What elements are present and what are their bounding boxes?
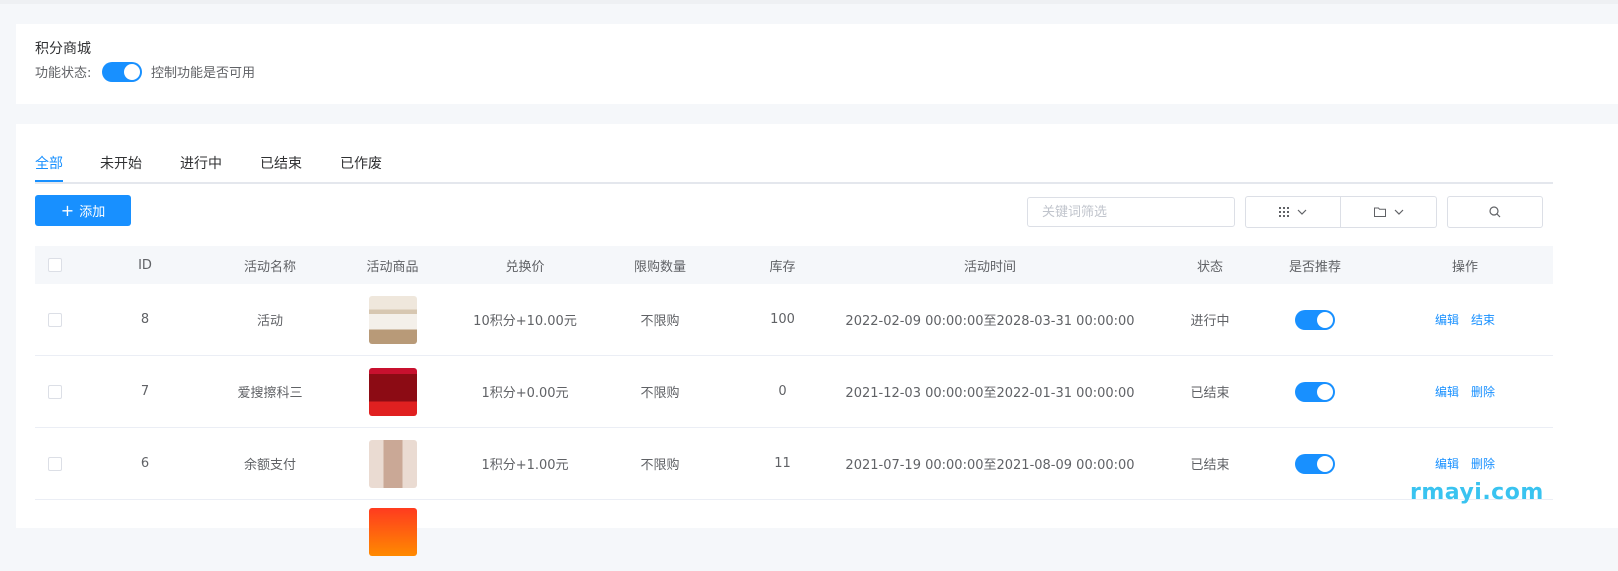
feature-card: 积分商城 功能状态: 控制功能是否可用 [16, 24, 1618, 104]
row-stock: 11 [774, 456, 791, 471]
table-header: ID 活动名称 活动商品 兑换价 限购数量 库存 活动时间 状态 是否推荐 操作 [35, 246, 1553, 284]
feature-description: 控制功能是否可用 [151, 66, 256, 81]
row-limit: 不限购 [640, 386, 680, 401]
row-name: 余额支付 [243, 458, 296, 473]
row-time: 2021-07-19 00:00:00至2021-08-09 00:00:00 [845, 458, 1135, 473]
tab-voided[interactable]: 已作废 [340, 153, 382, 173]
row-id: 7 [140, 384, 150, 399]
add-button-label: 添加 [79, 205, 106, 220]
feature-status-switch[interactable] [102, 62, 142, 82]
row-status: 已结束 [1190, 458, 1230, 473]
row-checkbox[interactable] [48, 312, 62, 327]
chevron-down-icon [1297, 209, 1307, 215]
row-price: 1积分+1.00元 [481, 458, 569, 473]
keyword-search-input[interactable] [1027, 197, 1235, 227]
search-button[interactable] [1447, 196, 1543, 228]
table-row: 7 爱搜擦科三 1积分+0.00元 不限购 0 2021-12-03 00:00… [35, 356, 1553, 428]
status-label: 功能状态: [35, 66, 92, 81]
table-row [35, 500, 1553, 571]
row-time: 2021-12-03 00:00:00至2022-01-31 00:00:00 [845, 386, 1135, 401]
row-status: 进行中 [1190, 314, 1230, 329]
plus-icon: + [60, 200, 75, 220]
row-limit: 不限购 [640, 314, 680, 329]
edit-link[interactable]: 编辑 [1435, 455, 1459, 472]
chevron-down-icon [1394, 209, 1403, 215]
row-checkbox[interactable] [48, 456, 62, 471]
row-id: 6 [140, 456, 150, 471]
grid-select-button[interactable] [1245, 196, 1341, 228]
row-name: 爱搜擦科三 [237, 386, 303, 401]
list-card: 全部 未开始 进行中 已结束 已作废 + 添加 ID 活动名称 活 [16, 124, 1618, 556]
header-recommended: 是否推荐 [1288, 259, 1341, 275]
select-all-checkbox[interactable] [48, 258, 62, 272]
product-thumbnail [368, 295, 417, 344]
recommend-switch[interactable] [1295, 381, 1335, 402]
row-checkbox[interactable] [48, 384, 62, 399]
product-thumbnail [368, 367, 417, 416]
row-stock: 100 [770, 312, 795, 327]
header-id: ID [138, 257, 152, 273]
tab-ended[interactable]: 已结束 [260, 153, 302, 173]
delete-link[interactable]: 删除 [1471, 383, 1495, 400]
status-tabs: 全部 未开始 进行中 已结束 已作废 [35, 148, 1553, 184]
header-price: 兑换价 [505, 259, 545, 275]
header-goods: 活动商品 [366, 259, 419, 275]
watermark-text: rmayi.com [1410, 480, 1544, 505]
row-stock: 0 [778, 384, 787, 399]
header-time: 活动时间 [963, 259, 1016, 275]
delete-link[interactable]: 删除 [1471, 455, 1495, 472]
row-time: 2022-02-09 00:00:00至2028-03-31 00:00:00 [845, 314, 1135, 329]
recommend-switch[interactable] [1295, 309, 1335, 330]
tab-all[interactable]: 全部 [35, 153, 63, 173]
row-price: 10积分+10.00元 [473, 314, 577, 329]
search-icon [1489, 206, 1501, 218]
active-tab-indicator [35, 180, 63, 182]
row-name: 活动 [256, 314, 283, 329]
end-link[interactable]: 结束 [1471, 311, 1495, 328]
edit-link[interactable]: 编辑 [1435, 383, 1459, 400]
header-limit: 限购数量 [633, 259, 686, 275]
table-row: 6 余额支付 1积分+1.00元 不限购 11 2021-07-19 00:00… [35, 428, 1553, 500]
feature-title: 积分商城 [35, 41, 91, 57]
activity-table: ID 活动名称 活动商品 兑换价 限购数量 库存 活动时间 状态 是否推荐 操作… [35, 246, 1553, 571]
row-id: 8 [140, 312, 150, 327]
add-button[interactable]: + 添加 [35, 195, 131, 226]
edit-link[interactable]: 编辑 [1435, 311, 1459, 328]
switch-knob [124, 64, 140, 80]
header-actions: 操作 [1451, 259, 1478, 275]
product-thumbnail [368, 439, 417, 488]
tab-in-progress[interactable]: 进行中 [180, 153, 222, 173]
grid-icon [1279, 207, 1289, 217]
row-price: 1积分+0.00元 [481, 386, 569, 401]
folder-select-button[interactable] [1341, 196, 1437, 228]
switch-knob [1317, 455, 1333, 472]
row-limit: 不限购 [640, 458, 680, 473]
recommend-switch[interactable] [1295, 453, 1335, 474]
header-name: 活动名称 [243, 259, 296, 275]
switch-knob [1317, 383, 1333, 400]
product-thumbnail [368, 508, 417, 556]
header-stock: 库存 [769, 259, 796, 275]
row-status: 已结束 [1190, 386, 1230, 401]
folder-icon [1373, 207, 1386, 217]
header-status: 状态 [1196, 259, 1223, 275]
tab-not-started[interactable]: 未开始 [100, 153, 142, 173]
switch-knob [1317, 311, 1333, 328]
table-row: 8 活动 10积分+10.00元 不限购 100 2022-02-09 00:0… [35, 284, 1553, 356]
top-divider [0, 0, 1618, 4]
